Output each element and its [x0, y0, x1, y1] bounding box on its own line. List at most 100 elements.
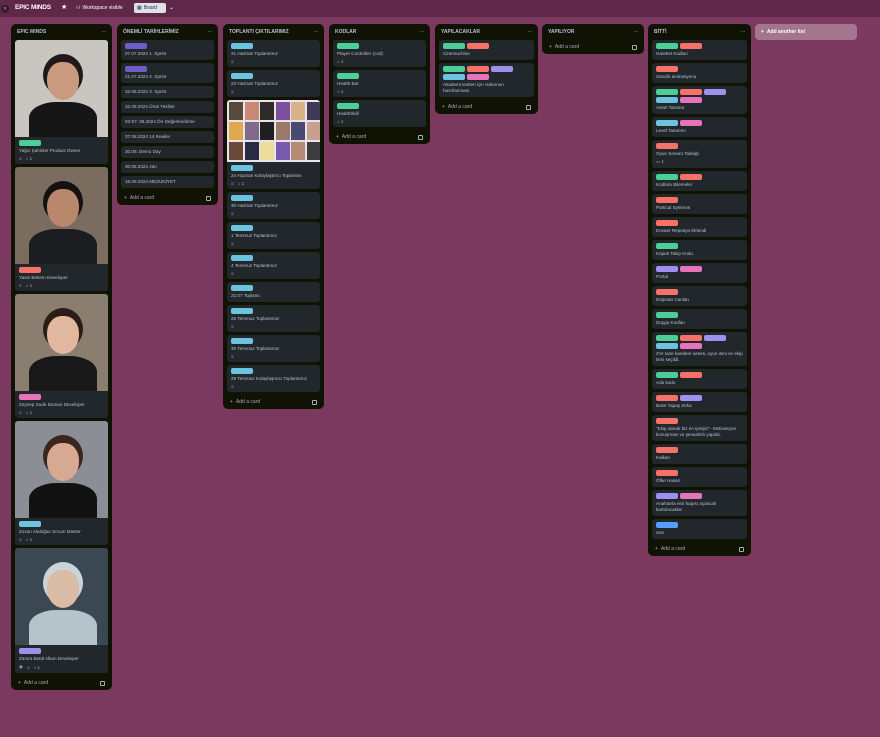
- card[interactable]: Yasin Bekem Developer ≡ ⌂ 1: [15, 167, 108, 291]
- card[interactable]: 32.08.2024 Ürün Teslimi: [121, 101, 214, 113]
- label-red[interactable]: [656, 470, 678, 476]
- label-pink[interactable]: [19, 394, 41, 400]
- label-green[interactable]: [337, 73, 359, 79]
- add-card-button[interactable]: + Add a card: [333, 130, 426, 144]
- label-red[interactable]: [656, 447, 678, 453]
- card[interactable]: 21.07.2024 2. Sprint: [121, 63, 214, 83]
- label-green[interactable]: [443, 66, 465, 72]
- card[interactable]: 26 Temmuz Toplantımız ≡: [227, 305, 320, 332]
- label-red[interactable]: [467, 66, 489, 72]
- label-red[interactable]: [680, 43, 702, 49]
- card[interactable]: "Ekip olarak biz en iyisiyiz"- Motivasyo…: [652, 415, 747, 441]
- card[interactable]: 4 Temmuz Toplantımız ≡: [227, 252, 320, 279]
- card[interactable]: Öfke Hasarı: [652, 467, 747, 487]
- label-blue[interactable]: [656, 120, 678, 126]
- card[interactable]: Oyun Senaro Taslağı ▭ 1: [652, 140, 747, 168]
- label-red[interactable]: [680, 174, 702, 180]
- add-card-button[interactable]: + Add a card: [121, 191, 214, 205]
- list-title[interactable]: YAPILIYOR: [548, 29, 575, 35]
- label-blue[interactable]: [231, 195, 253, 201]
- card[interactable]: Level Tasarımı: [652, 117, 747, 137]
- label-pink[interactable]: [680, 97, 702, 103]
- label-purple[interactable]: [19, 648, 41, 654]
- add-card-button[interactable]: + Add a card: [439, 100, 534, 114]
- card[interactable]: 37.08.2024 14 Reailer: [121, 131, 214, 143]
- label-blue[interactable]: [231, 285, 253, 291]
- sidebar-expand-icon[interactable]: ›: [1, 5, 9, 13]
- label-green[interactable]: [656, 89, 678, 95]
- card[interactable]: Zeynep Sude Duman Developer ≡ ⌂ 1: [15, 294, 108, 418]
- card[interactable]: 2'er tane karakter asseti, oyun ismi ve …: [652, 332, 747, 366]
- label-red[interactable]: [680, 372, 702, 378]
- label-blue[interactable]: [231, 338, 253, 344]
- card[interactable]: 24 Haziran Kolaylaştırıcı Toplantısı ≡ ⌂ 1: [227, 100, 320, 189]
- board-title[interactable]: EPIC MINDS: [15, 4, 51, 11]
- add-card-button[interactable]: + Add a card: [227, 395, 320, 409]
- card[interactable]: 23 Haziran Toplantımız ≡: [227, 70, 320, 97]
- label-pink[interactable]: [680, 120, 702, 126]
- label-red[interactable]: [656, 66, 678, 72]
- label-purple[interactable]: [704, 335, 726, 341]
- label-purple[interactable]: [680, 395, 702, 401]
- label-purple[interactable]: [491, 66, 513, 72]
- add-card-button[interactable]: + Add a card: [652, 542, 747, 556]
- label-pink[interactable]: [680, 343, 702, 349]
- label-blue[interactable]: [231, 165, 253, 171]
- label-pink[interactable]: [467, 74, 489, 80]
- template-icon[interactable]: [526, 104, 531, 110]
- label-green[interactable]: [656, 372, 678, 378]
- label-cobalt[interactable]: [656, 522, 678, 528]
- list-menu-icon[interactable]: ···: [634, 29, 639, 35]
- label-pink[interactable]: [680, 493, 702, 499]
- list-menu-icon[interactable]: ···: [314, 29, 319, 35]
- card[interactable]: Sandık animasyonu: [652, 63, 747, 83]
- card[interactable]: 30 Temmuz Toplantımız ≡: [227, 335, 320, 362]
- list-menu-icon[interactable]: ···: [420, 29, 425, 35]
- template-icon[interactable]: [739, 546, 744, 552]
- label-blue[interactable]: [231, 368, 253, 374]
- card[interactable]: Kalkan: [652, 444, 747, 464]
- label-red[interactable]: [656, 143, 678, 149]
- card[interactable]: Akademi testleri için videonun hazırlanm…: [439, 63, 534, 97]
- card[interactable]: 29 Temmuz Kolaylaştırıcı Toplantımız ≡: [227, 365, 320, 392]
- label-blue[interactable]: [231, 308, 253, 314]
- card[interactable]: Köpek Takip Kodu: [652, 240, 747, 260]
- card[interactable]: Zozan Akdoğan Scrum Master ≡ ⌂ 1: [15, 421, 108, 545]
- label-red[interactable]: [656, 220, 678, 226]
- list-title[interactable]: BİTTİ: [654, 29, 667, 35]
- card[interactable]: Partical Systems: [652, 194, 747, 214]
- label-red[interactable]: [680, 89, 702, 95]
- add-card-button[interactable]: + Add a card: [15, 676, 108, 690]
- card[interactable]: 30.08.2024 Jüri: [121, 161, 214, 173]
- star-icon[interactable]: ★: [61, 3, 67, 11]
- card[interactable]: Health Bar ⌂ 1: [333, 70, 426, 97]
- label-green[interactable]: [337, 43, 359, 49]
- card[interactable]: Portal: [652, 263, 747, 283]
- label-blue[interactable]: [231, 73, 253, 79]
- card[interactable]: 30.08. Demo Day: [121, 146, 214, 158]
- label-blue[interactable]: [19, 521, 41, 527]
- label-green[interactable]: [656, 243, 678, 249]
- list-title[interactable]: EPIC MINDS: [17, 29, 46, 35]
- label-red[interactable]: [680, 335, 702, 341]
- label-pink[interactable]: [680, 266, 702, 272]
- card[interactable]: Zümra Betül Alkan Developer ◉ ≡ ⌂ 1: [15, 548, 108, 673]
- card[interactable]: Asset Tarama: [652, 86, 747, 114]
- card[interactable]: Ses: [652, 519, 747, 539]
- list-menu-icon[interactable]: ···: [528, 29, 533, 35]
- label-purple[interactable]: [656, 266, 678, 272]
- template-icon[interactable]: [632, 44, 637, 50]
- card[interactable]: 1 Temmuz Toplantımız ≡: [227, 222, 320, 249]
- label-purple[interactable]: [704, 89, 726, 95]
- list-menu-icon[interactable]: ···: [741, 29, 746, 35]
- label-blue[interactable]: [231, 255, 253, 261]
- card[interactable]: 22.07 Toplantı: [227, 282, 320, 302]
- label-red[interactable]: [19, 267, 41, 273]
- card[interactable]: Envaer Reposya Eklendi: [652, 217, 747, 237]
- template-icon[interactable]: [312, 399, 317, 405]
- card[interactable]: 30 Haziran Toplantımız ≡: [227, 192, 320, 219]
- board-view-button[interactable]: ▦ Board: [134, 3, 166, 13]
- card[interactable]: 32.08.2024 3. Sprint: [121, 86, 214, 98]
- card[interactable]: Anahtarla enir kapısı açılacak kartolaca…: [652, 490, 747, 516]
- label-red[interactable]: [656, 418, 678, 424]
